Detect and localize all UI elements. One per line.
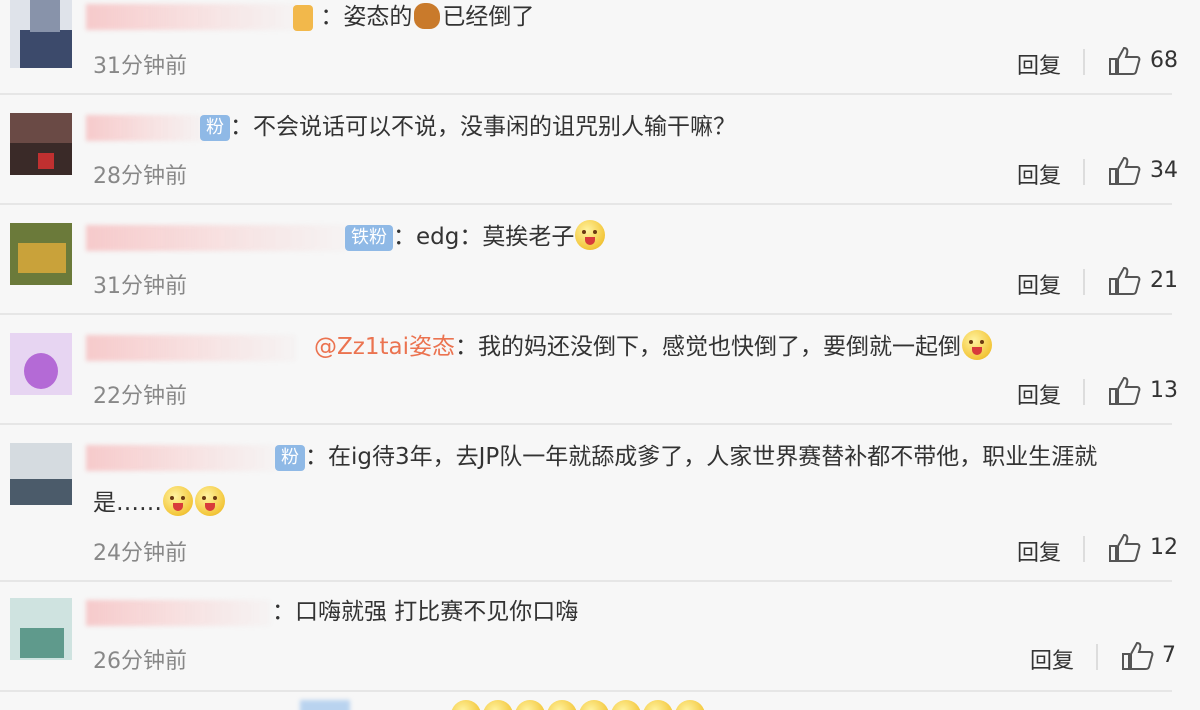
laughing-face-icon — [961, 330, 992, 360]
avatar[interactable] — [10, 598, 72, 660]
comment-text: ：口嗨就强 打比赛不见你口嗨 — [272, 599, 579, 625]
reply-button[interactable]: 回复 — [1017, 535, 1061, 567]
avatar[interactable] — [10, 113, 72, 175]
avatar[interactable] — [10, 223, 72, 285]
fan-badge: 粉 — [275, 444, 305, 471]
thumbs-up-icon[interactable] — [1108, 156, 1142, 186]
laughing-face-icon — [483, 700, 513, 710]
reply-button[interactable]: 回复 — [1017, 268, 1061, 300]
divider — [0, 580, 1172, 582]
like-count: 12 — [1150, 535, 1178, 560]
comment-time: 31分钟前 — [93, 54, 187, 79]
thumbs-up-icon[interactable] — [1108, 266, 1142, 296]
comment-time: 28分钟前 — [93, 164, 187, 189]
comment-time: 24分钟前 — [93, 541, 187, 566]
thumbs-up-icon[interactable] — [1108, 376, 1142, 406]
comment-text: @Zz1tai姿态：我的妈还没倒下，感觉也快倒了，要倒就一起倒 — [314, 330, 993, 364]
divider — [0, 93, 1172, 95]
username-blurred[interactable] — [86, 4, 296, 30]
reply-button[interactable]: 回复 — [1017, 158, 1061, 190]
thumbs-up-icon[interactable] — [1108, 533, 1142, 563]
emoji-row — [450, 700, 706, 710]
laughing-face-icon — [195, 486, 225, 516]
divider — [0, 203, 1172, 205]
laughing-face-icon — [163, 486, 193, 516]
comment-text: 粉：不会说话可以不说，没事闲的诅咒别人输干嘛？ — [200, 110, 736, 144]
laughing-face-icon — [575, 220, 606, 250]
fan-badge — [293, 4, 313, 31]
laughing-face-icon — [515, 700, 545, 710]
like-count: 13 — [1150, 378, 1178, 403]
laughing-face-icon — [547, 700, 577, 710]
laughing-face-icon — [643, 700, 673, 710]
reply-button[interactable]: 回复 — [1017, 48, 1061, 80]
avatar[interactable] — [10, 0, 72, 68]
fan-badge: 粉 — [200, 114, 230, 141]
avatar[interactable] — [10, 443, 72, 505]
divider — [1083, 49, 1085, 75]
like-count: 68 — [1150, 48, 1178, 73]
laughing-face-icon — [579, 700, 609, 710]
dog-emoji-icon — [414, 3, 441, 29]
divider — [1083, 269, 1085, 295]
thumbs-up-icon[interactable] — [1108, 46, 1142, 76]
divider — [0, 313, 1172, 315]
username-blurred[interactable] — [86, 115, 206, 141]
like-count: 21 — [1150, 268, 1178, 293]
comment-time: 22分钟前 — [93, 384, 187, 409]
reply-button[interactable]: 回复 — [1017, 378, 1061, 410]
divider — [0, 690, 1172, 692]
username-blurred[interactable] — [300, 700, 350, 710]
divider — [1083, 379, 1085, 405]
comment-text: 粉：在ig待3年，去JP队一年就舔成爹了，人家世界赛替补都不带他，职业生涯就 — [275, 440, 1097, 474]
username-blurred[interactable] — [86, 335, 296, 361]
comment-text: 铁粉 ：edg：莫挨老子 — [345, 220, 606, 254]
comment-time: 26分钟前 — [93, 649, 187, 674]
divider — [1083, 536, 1085, 562]
like-count: 7 — [1162, 643, 1176, 668]
comment-text: ：姿态的 已经倒了 — [293, 0, 534, 34]
thumbs-up-icon[interactable] — [1121, 641, 1155, 671]
divider — [1083, 159, 1085, 185]
comment-time: 31分钟前 — [93, 274, 187, 299]
laughing-face-icon — [675, 700, 705, 710]
comment-item-partial — [0, 695, 1200, 710]
fan-badge: 铁粉 — [345, 224, 393, 251]
username-blurred[interactable] — [86, 445, 276, 471]
comment-text-continued: 是…… — [93, 486, 226, 520]
laughing-face-icon — [611, 700, 641, 710]
username-blurred[interactable] — [86, 225, 346, 251]
avatar[interactable] — [10, 333, 72, 395]
divider — [0, 423, 1172, 425]
like-count: 34 — [1150, 158, 1178, 183]
divider — [1096, 644, 1098, 670]
username-blurred[interactable] — [86, 600, 271, 626]
user-mention-link[interactable]: @Zz1tai姿态 — [314, 334, 455, 360]
reply-button[interactable]: 回复 — [1030, 643, 1074, 675]
laughing-face-icon — [451, 700, 481, 710]
